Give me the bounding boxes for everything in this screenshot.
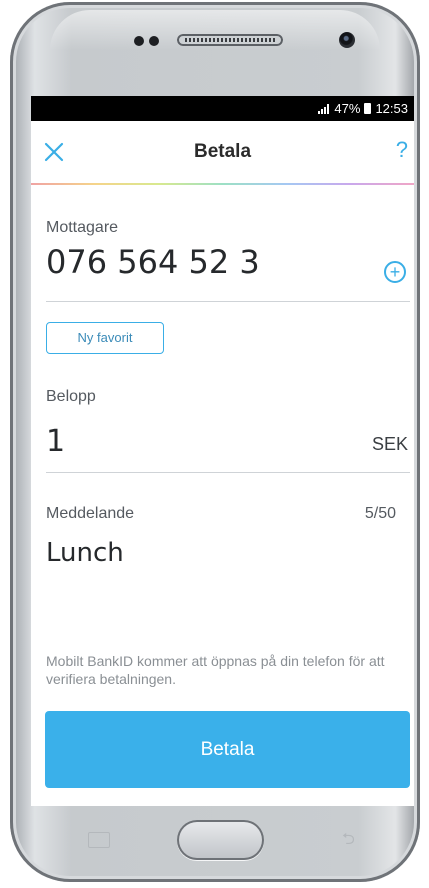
earpiece-speaker xyxy=(177,34,283,46)
home-button[interactable] xyxy=(177,820,264,860)
help-button[interactable]: ? xyxy=(396,137,408,163)
back-icon[interactable]: ⮌ xyxy=(342,831,364,847)
message-counter: 5/50 xyxy=(364,505,396,522)
plus-circle-icon[interactable]: + xyxy=(384,261,406,283)
battery-percent: 47% xyxy=(334,101,361,116)
light-sensor xyxy=(149,36,159,46)
recipient-input[interactable]: 076 564 52 3 xyxy=(46,243,260,281)
currency-label: SEK xyxy=(371,434,408,454)
recent-apps-key[interactable] xyxy=(88,832,110,848)
recipient-underline xyxy=(46,301,410,302)
pay-button[interactable]: Betala xyxy=(45,711,410,788)
front-camera xyxy=(339,32,355,48)
app-bar: Betala ? xyxy=(31,121,414,183)
amount-label: Belopp xyxy=(46,388,96,405)
status-time: 12:53 xyxy=(375,101,408,116)
recipient-label: Mottagare xyxy=(46,219,119,236)
page-title: Betala xyxy=(193,141,252,162)
message-input[interactable]: Lunch xyxy=(46,538,124,568)
bankid-info-text: Mobilt BankID kommer att öppnas på din t… xyxy=(46,653,385,687)
amount-input[interactable]: 1 xyxy=(46,424,65,459)
signal-icon xyxy=(318,103,330,114)
new-favorite-button[interactable]: Ny favorit xyxy=(46,322,164,354)
proximity-sensor xyxy=(134,36,144,46)
screen: 47% 12:53 Betala ? Mottagare 076 564 52 … xyxy=(31,96,414,806)
amount-underline xyxy=(46,472,410,473)
battery-icon xyxy=(364,103,372,114)
status-bar: 47% 12:53 xyxy=(31,96,414,121)
message-label: Meddelande xyxy=(46,505,135,522)
header-divider xyxy=(31,183,414,185)
